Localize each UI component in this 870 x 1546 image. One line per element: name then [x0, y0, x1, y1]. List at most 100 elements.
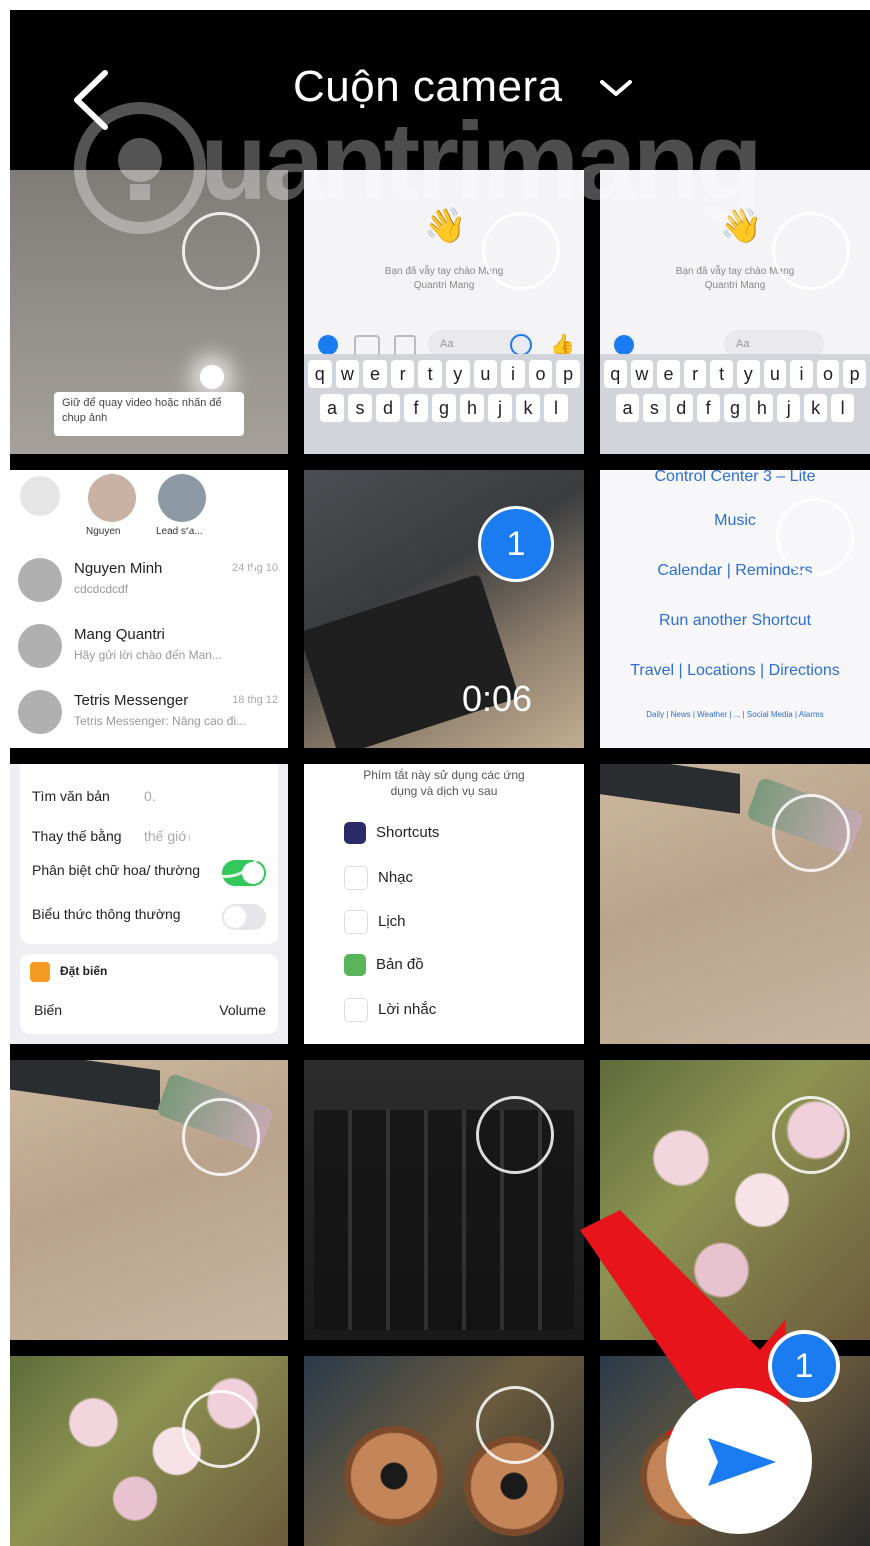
chat-row[interactable]: Mang Quantri Hãy gửi lời chào đến Man... [18, 616, 278, 676]
avatar [88, 474, 136, 522]
key[interactable]: f [696, 394, 720, 422]
photo-tile[interactable] [304, 1356, 584, 1546]
key[interactable]: i [790, 360, 813, 388]
app-name: Nhạc [378, 868, 414, 886]
key[interactable]: e [657, 360, 680, 388]
regex-toggle[interactable] [222, 904, 266, 930]
key[interactable]: g [432, 394, 456, 422]
maps-icon [344, 954, 366, 976]
key[interactable]: i [501, 360, 525, 388]
photo-tile[interactable]: Phím tắt này sử dụng các ứng dụng và dịc… [304, 764, 584, 1044]
variable-value[interactable]: Volume [219, 1002, 266, 1018]
reminders-icon [344, 998, 368, 1022]
select-circle[interactable] [776, 498, 854, 576]
settings-label: Phân biệt chữ hoa/ thường [32, 862, 201, 878]
select-circle[interactable] [482, 212, 560, 290]
key[interactable]: u [763, 360, 787, 388]
key[interactable]: k [516, 394, 540, 422]
select-circle[interactable] [182, 1390, 260, 1468]
photo-tile[interactable] [304, 1060, 584, 1340]
select-circle[interactable] [476, 1096, 554, 1174]
chat-time: 18 thg 12 [232, 694, 278, 706]
settings-label: Tìm văn bản [32, 788, 110, 804]
settings-value[interactable]: 0. [144, 788, 156, 804]
top-bar: Cuộn camera [10, 10, 870, 170]
key[interactable]: a [320, 394, 344, 422]
app-name: Bản đồ [376, 955, 424, 973]
select-circle[interactable] [772, 794, 850, 872]
key[interactable]: e [363, 360, 387, 388]
select-circle[interactable] [476, 1386, 554, 1464]
select-circle[interactable] [182, 1098, 260, 1176]
photo-tile[interactable] [600, 764, 870, 1044]
selection-number-badge[interactable]: 1 [478, 506, 554, 582]
key[interactable]: l [831, 394, 855, 422]
settings-row: Thay thế bằng thế giới [32, 828, 212, 844]
key[interactable]: w [630, 360, 654, 388]
key[interactable]: w [335, 360, 360, 388]
keyboard: qwertyuiop asdfghjkl [600, 354, 870, 454]
key[interactable]: y [736, 360, 760, 388]
key[interactable]: q [308, 360, 332, 388]
shortcut-link[interactable]: Run another Shortcut [600, 612, 870, 630]
key[interactable]: h [460, 394, 484, 422]
plus-icon[interactable] [318, 335, 338, 355]
device-object [304, 573, 520, 748]
key[interactable]: d [376, 394, 400, 422]
chat-name: Tetris Messenger [74, 692, 189, 709]
send-button[interactable] [666, 1388, 812, 1534]
key[interactable]: r [683, 360, 707, 388]
shortcuts-icon [344, 822, 366, 844]
key[interactable]: u [473, 360, 498, 388]
album-title[interactable]: Cuộn camera [293, 62, 563, 112]
select-circle[interactable] [182, 510, 260, 588]
video-tile[interactable]: 1 0:06 [304, 470, 584, 748]
photo-tile[interactable]: Tìm văn bản 0. Thay thế bằng thế giới Phân b… [10, 764, 288, 1044]
emoji-icon[interactable] [510, 334, 532, 356]
key[interactable]: f [404, 394, 428, 422]
key[interactable]: t [710, 360, 733, 388]
photo-tile[interactable] [10, 1356, 288, 1546]
wave-emoji: 👋 [720, 207, 763, 245]
shortcut-link[interactable]: Travel | Locations | Directions [600, 662, 870, 680]
select-circle[interactable] [772, 212, 850, 290]
key[interactable]: r [390, 360, 415, 388]
shortcut-link[interactable]: Control Center 3 – Lite [600, 470, 870, 486]
key[interactable]: j [488, 394, 512, 422]
shortcut-link[interactable]: Daily | News | Weather | ... | Social Me… [600, 710, 870, 719]
key[interactable]: a [616, 394, 639, 422]
photo-tile[interactable]: 👋 Bạn đã vẫy tay chào Mang Quantri Mang … [600, 170, 870, 454]
photo-tile[interactable]: Nguyen Lead sta... Nguyen Minh cdcdcdcdf 24… [10, 470, 288, 748]
chevron-down-icon[interactable] [598, 76, 634, 100]
avatar [20, 476, 60, 516]
key[interactable]: j [777, 394, 801, 422]
plus-icon[interactable] [614, 335, 634, 355]
key[interactable]: k [804, 394, 828, 422]
settings-value[interactable]: thế giới [144, 828, 191, 844]
key[interactable]: s [348, 394, 372, 422]
photo-tile[interactable]: Control Center 3 – Lite Music Calendar | R… [600, 470, 870, 748]
key[interactable]: l [544, 394, 568, 422]
select-circle[interactable] [474, 800, 552, 878]
select-circle[interactable] [182, 212, 260, 290]
photo-tile[interactable]: Giữ để quay video hoặc nhấn để chụp ảnh [10, 170, 288, 454]
chevron-left-icon[interactable] [65, 65, 125, 135]
key[interactable]: q [604, 360, 627, 388]
key[interactable]: t [418, 360, 442, 388]
key[interactable]: h [750, 394, 774, 422]
key[interactable]: o [816, 360, 840, 388]
select-circle[interactable] [186, 800, 264, 878]
chat-row[interactable]: Tetris Messenger Tetris Messenger: Nâng c… [18, 682, 278, 742]
photo-tile[interactable] [10, 1060, 288, 1340]
key[interactable]: p [843, 360, 866, 388]
key[interactable]: d [669, 394, 693, 422]
key[interactable]: p [556, 360, 580, 388]
app-name: Shortcuts [376, 823, 440, 841]
key[interactable]: s [642, 394, 666, 422]
key[interactable]: g [723, 394, 747, 422]
key[interactable]: o [528, 360, 553, 388]
select-circle[interactable] [772, 1096, 850, 1174]
photo-tile[interactable]: 👋 Bạn đã vẫy tay chào Mang Quantri Mang … [304, 170, 584, 454]
key[interactable]: y [445, 360, 470, 388]
keyboard-edge [600, 764, 740, 814]
